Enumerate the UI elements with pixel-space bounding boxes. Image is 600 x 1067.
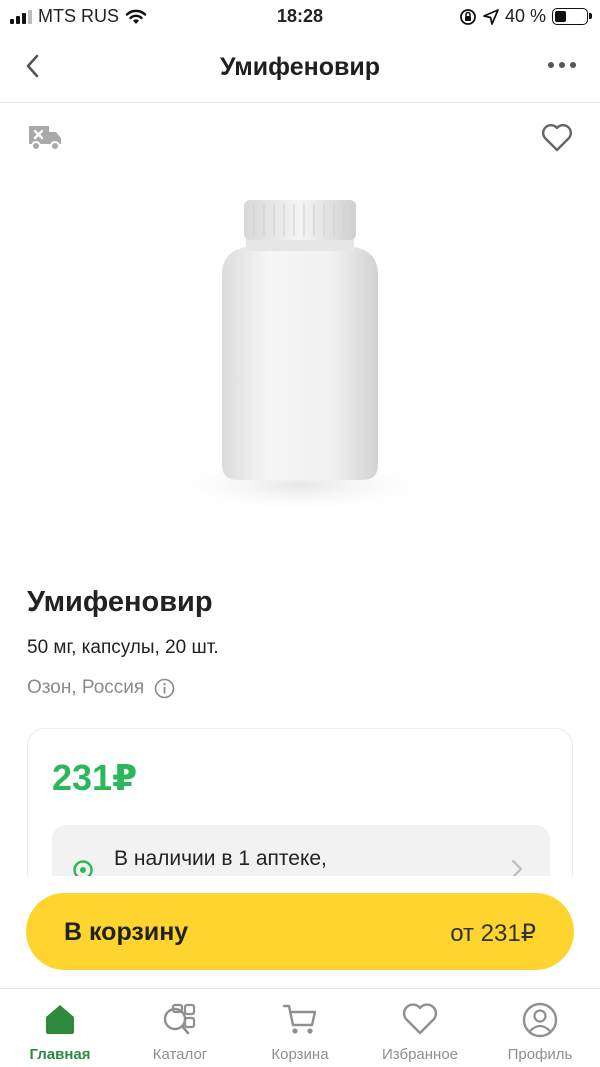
tab-profile[interactable]: Профиль: [480, 989, 600, 1067]
delivery-unavailable-icon: [29, 126, 61, 151]
add-to-cart-price: от 231₽: [450, 920, 536, 947]
battery-percent: 40 %: [504, 6, 546, 26]
more-options-button[interactable]: [548, 62, 576, 68]
product-name: Умифеновир: [27, 586, 213, 618]
more-dot: [548, 62, 554, 68]
more-dot: [570, 62, 576, 68]
catalog-icon: [163, 1003, 196, 1035]
tab-catalog[interactable]: Каталог: [120, 989, 240, 1067]
tab-cart[interactable]: Корзина: [240, 989, 360, 1067]
tab-cart-label: Корзина: [271, 1046, 329, 1063]
location-arrow-icon: [483, 8, 499, 25]
product-price: 231₽: [52, 757, 138, 798]
profile-icon: [522, 1002, 558, 1038]
more-dot: [559, 62, 565, 68]
info-icon[interactable]: [154, 678, 175, 699]
favorite-heart-icon[interactable]: [540, 122, 574, 154]
battery-icon: [552, 8, 592, 25]
add-to-cart-label: В корзину: [64, 918, 189, 946]
cart-icon: [282, 1004, 317, 1034]
rotation-lock-icon: [460, 8, 476, 25]
tab-home[interactable]: Главная: [0, 989, 120, 1067]
tab-home-label: Главная: [29, 1046, 91, 1063]
navigation-bar: Умифеновир: [0, 34, 600, 103]
add-to-cart-button[interactable]: В корзину от 231₽: [26, 893, 574, 970]
product-details: 50 мг, капсулы, 20 шт.: [27, 637, 219, 658]
tab-profile-label: Профиль: [507, 1046, 573, 1063]
manufacturer-info[interactable]: Озон, Россия: [27, 677, 175, 699]
add-to-cart-area: В корзину от 231₽: [0, 876, 600, 988]
tab-bar: Главная Каталог Корзина Избранное Профил…: [0, 988, 600, 1067]
page-title: Умифеновир: [220, 53, 380, 81]
manufacturer-label: Озон, Россия: [27, 677, 145, 698]
tab-favorites-label: Избранное: [381, 1046, 459, 1063]
product-image: [160, 200, 440, 513]
availability-text: В наличии в 1 аптеке,: [114, 847, 327, 870]
home-icon: [46, 1005, 74, 1034]
tab-catalog-label: Каталог: [152, 1046, 208, 1063]
status-right: 40 %: [459, 6, 592, 27]
heart-icon: [402, 1003, 438, 1035]
status-bar: MTS RUS 18:28 40 %: [0, 0, 600, 34]
tab-favorites[interactable]: Избранное: [360, 989, 480, 1067]
